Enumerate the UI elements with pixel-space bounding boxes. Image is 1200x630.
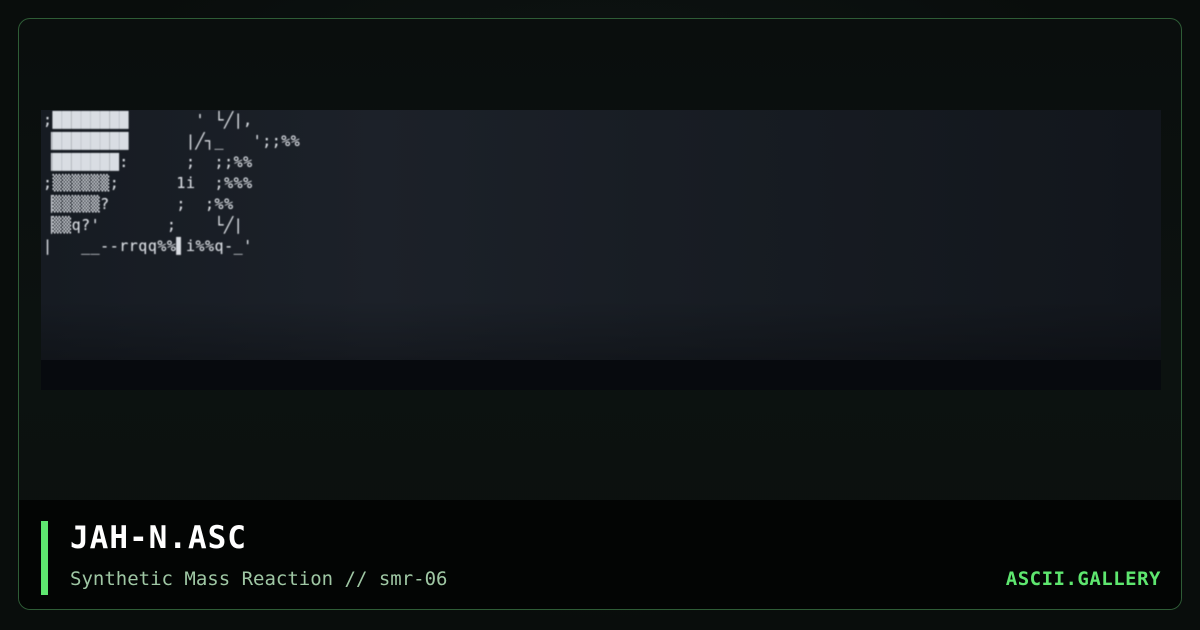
card-frame: ;████████ ' └╱|, ▕████████ |╱┐_ ';;%% ▕█… xyxy=(18,18,1182,610)
site-brand: ASCII.GALLERY xyxy=(1005,568,1161,590)
accent-bar xyxy=(41,521,48,595)
footer-bar: JAH-N.ASC Synthetic Mass Reaction // smr… xyxy=(19,500,1181,609)
ascii-art-text: ;████████ ' └╱|, ▕████████ |╱┐_ ';;%% ▕█… xyxy=(43,111,301,255)
artwork-title: JAH-N.ASC xyxy=(70,520,247,556)
artwork-subtitle: Synthetic Mass Reaction // smr-06 xyxy=(70,568,448,590)
ascii-art-preview: ;████████ ' └╱|, ▕████████ |╱┐_ ';;%% ▕█… xyxy=(41,110,1161,360)
art-panel-shadow xyxy=(41,360,1161,390)
og-card: ;████████ ' └╱|, ▕████████ |╱┐_ ';;%% ▕█… xyxy=(0,0,1200,630)
